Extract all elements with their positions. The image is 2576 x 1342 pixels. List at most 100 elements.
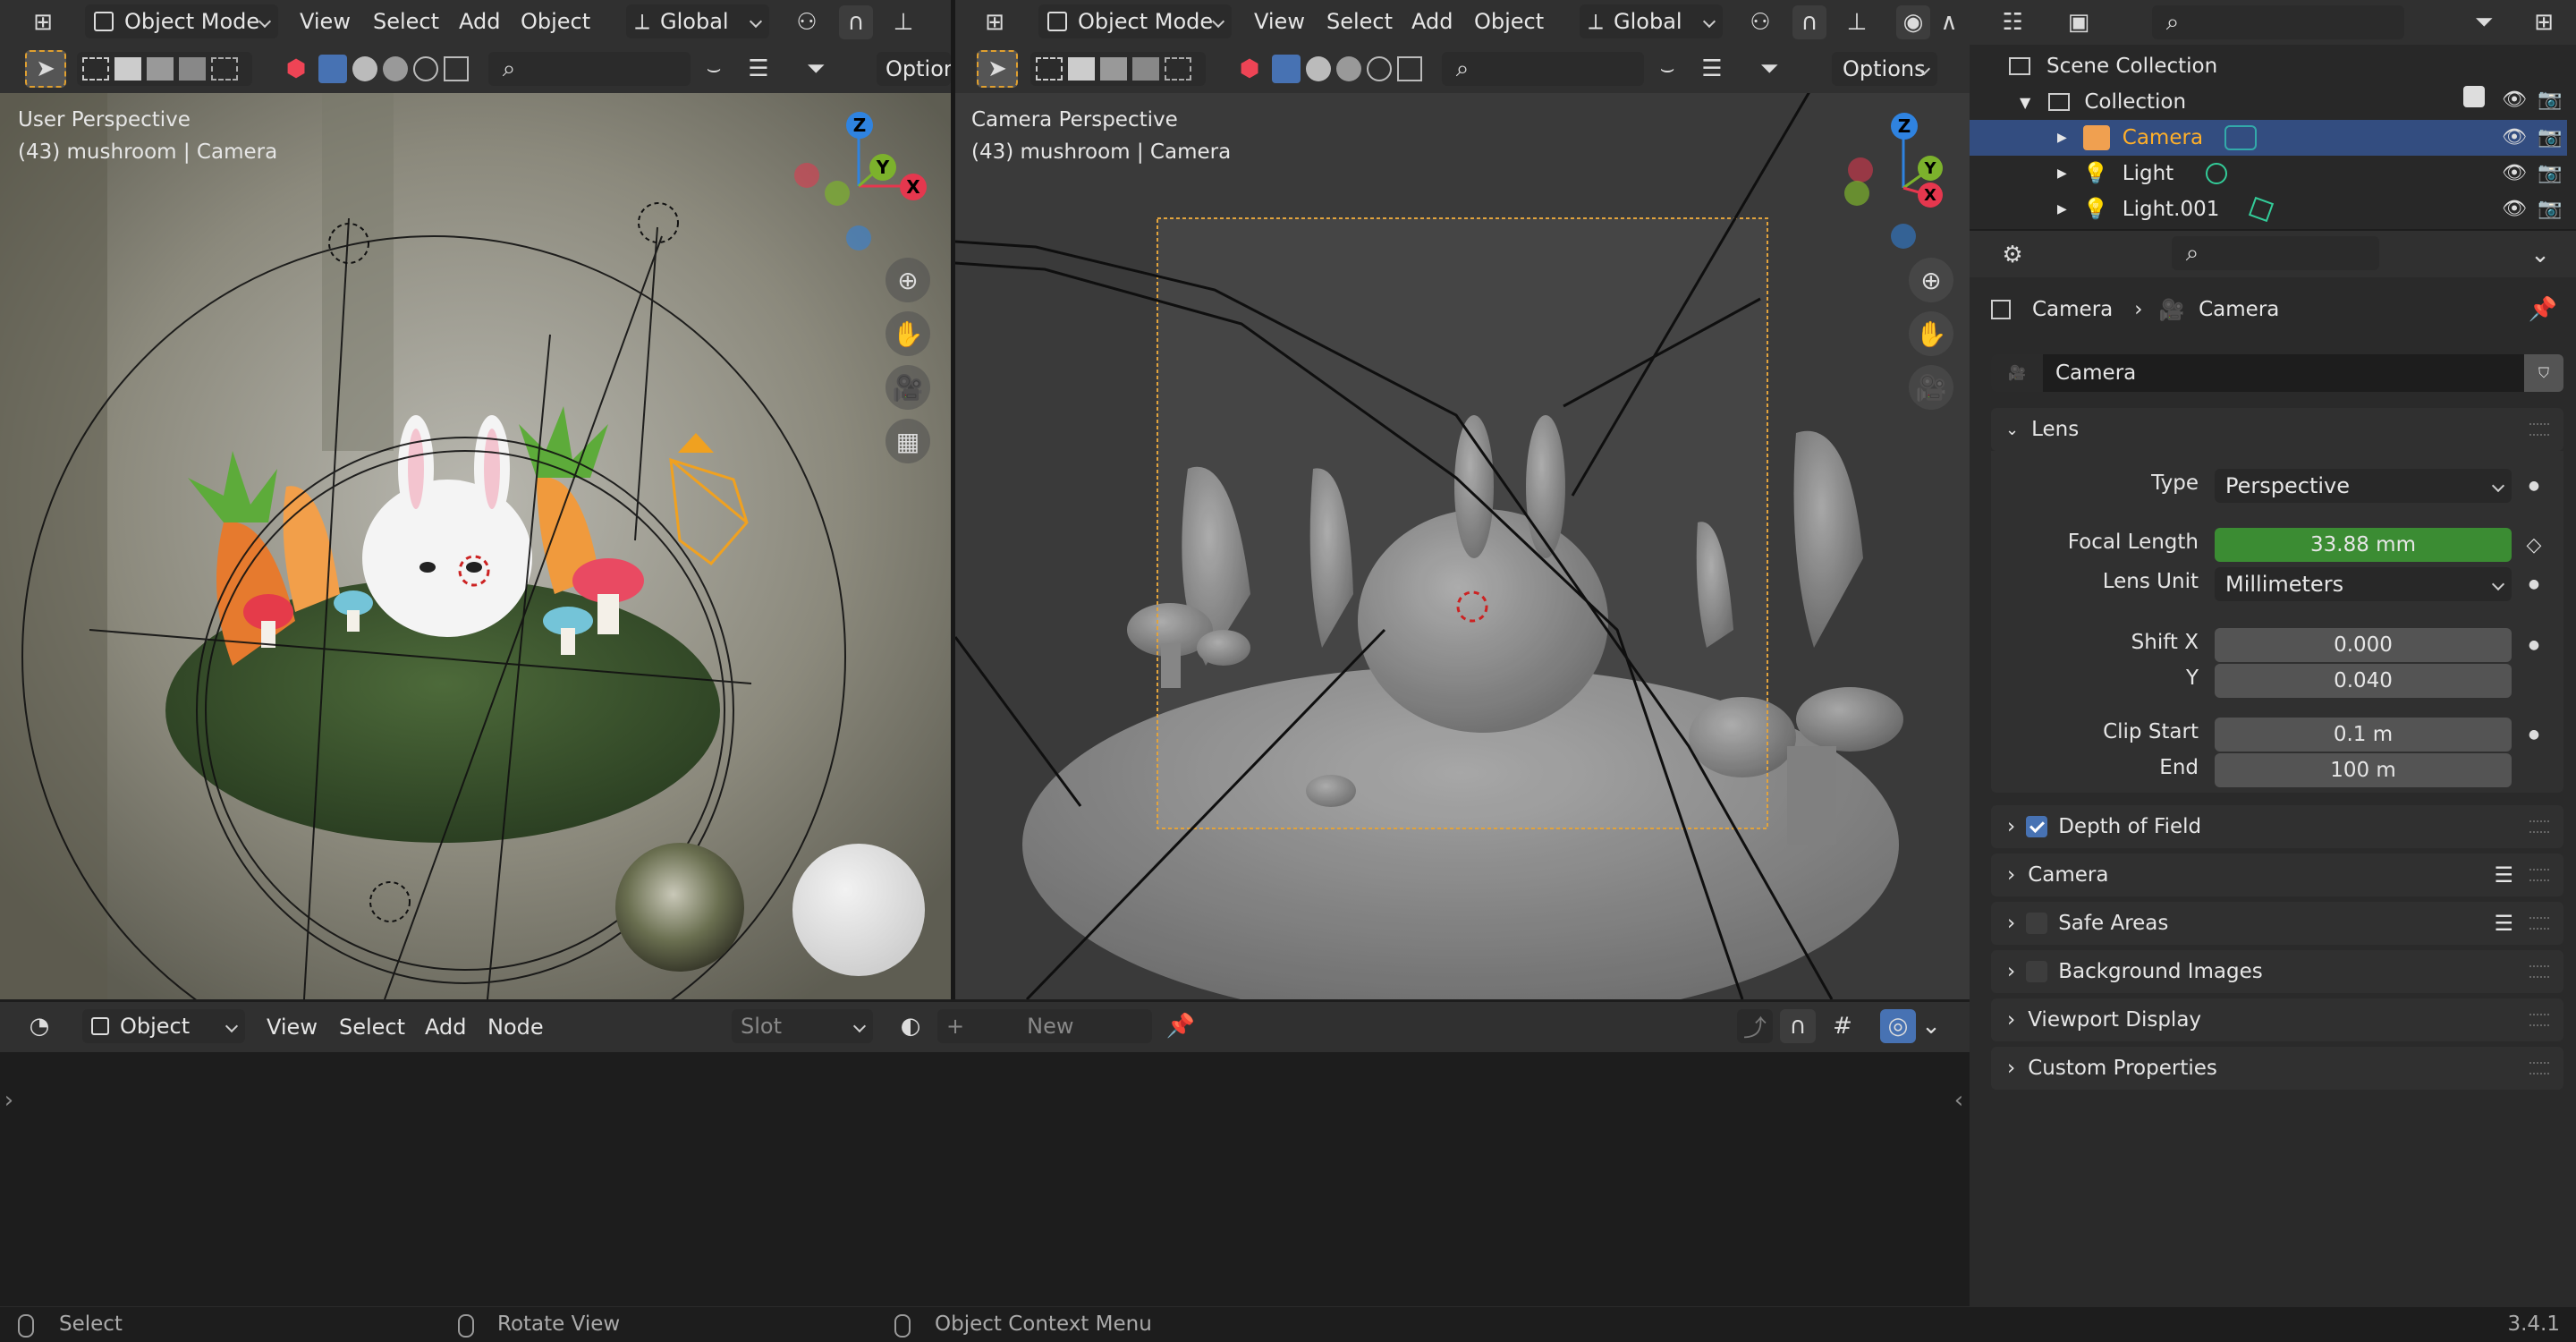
safe-areas-panel[interactable]: › Safe Areas ☰ bbox=[1991, 902, 2563, 945]
menu-add[interactable]: Add bbox=[425, 1006, 466, 1049]
expand-arrow-icon[interactable]: ▶ bbox=[2057, 131, 2067, 145]
custom-properties-panel[interactable]: › Custom Properties bbox=[1991, 1047, 2563, 1090]
select-mode-group[interactable] bbox=[1030, 52, 1206, 86]
left-viewport[interactable]: ⊞ Object Mode View Select Add Object ⟂ G… bbox=[0, 0, 957, 999]
pivot-icon[interactable]: ⚇ bbox=[780, 5, 834, 39]
visibility-eye-icon[interactable]: 👁 bbox=[2499, 122, 2529, 152]
material-browse-icon[interactable]: ◐ bbox=[886, 1009, 936, 1043]
clip-start-field[interactable]: 0.1 m bbox=[2215, 718, 2512, 752]
select-subtract-icon[interactable] bbox=[1100, 57, 1127, 81]
menu-add[interactable]: Add bbox=[459, 0, 500, 43]
background-images-panel[interactable]: › Background Images bbox=[1991, 950, 2563, 993]
expand-arrow-icon[interactable]: ▶ bbox=[2057, 166, 2067, 181]
overlay-toggle-icon[interactable]: ⌣ bbox=[696, 52, 732, 86]
shift-x-field[interactable]: 0.000 bbox=[2215, 628, 2512, 662]
select-intersect-icon[interactable] bbox=[211, 57, 238, 81]
menu-object[interactable]: Object bbox=[521, 0, 590, 43]
light-icon[interactable] bbox=[1336, 56, 1361, 81]
render-camera-icon[interactable]: 📷 bbox=[2535, 157, 2565, 188]
exclude-checkbox[interactable] bbox=[2463, 86, 2485, 107]
select-mode-group[interactable] bbox=[77, 52, 252, 86]
expand-arrow-icon[interactable]: ▼ bbox=[2020, 94, 2030, 111]
falloff-icon[interactable]: ∧ bbox=[1934, 5, 1964, 39]
drag-handle-icon[interactable] bbox=[2529, 423, 2549, 436]
new-material-button[interactable]: + New bbox=[937, 1009, 1152, 1043]
select-subtract-icon[interactable] bbox=[147, 57, 174, 81]
lens-unit-dropdown[interactable]: Millimeters bbox=[2215, 567, 2512, 601]
select-new-icon[interactable] bbox=[82, 57, 109, 81]
select-tool-icon[interactable]: ➤ bbox=[977, 50, 1018, 88]
pivot-icon[interactable]: ⚇ bbox=[1733, 5, 1787, 39]
select-invert-icon[interactable] bbox=[179, 57, 206, 81]
menu-view[interactable]: View bbox=[267, 1006, 318, 1049]
shader-editor[interactable]: ◔ Object View Select Add Node Slot ◐ + N… bbox=[0, 1002, 1970, 1306]
shader-type-dropdown[interactable]: Object bbox=[82, 1009, 245, 1043]
outliner-row-light[interactable]: ▶ 💡 Light bbox=[1970, 156, 2567, 191]
focal-length-field[interactable]: 33.88 mm bbox=[2215, 528, 2512, 562]
pan-hand-icon[interactable]: ✋ bbox=[886, 311, 930, 356]
axis-z-label[interactable]: Z bbox=[846, 112, 873, 139]
zoom-icon[interactable]: ⊕ bbox=[886, 258, 930, 302]
camera-filter-icon[interactable] bbox=[444, 56, 469, 81]
viewport-search[interactable]: ⌕ bbox=[488, 52, 691, 86]
snap-grid-icon[interactable]: # bbox=[1818, 1009, 1868, 1043]
options-button[interactable]: Options bbox=[1832, 52, 1937, 86]
outliner-row-camera[interactable]: ▶ Camera bbox=[1970, 120, 2567, 156]
keyframe-dot-icon[interactable]: ● bbox=[2521, 469, 2547, 503]
snap-target-icon[interactable]: ⊥ bbox=[1830, 5, 1884, 39]
camera-view-icon[interactable]: 🎥 bbox=[1909, 365, 1953, 410]
outliner[interactable]: ☷ ▣ ⌕ ⏷ ⊞ Scene Collection ▼ Collection … bbox=[1970, 0, 2576, 229]
menu-select[interactable]: Select bbox=[339, 1006, 405, 1049]
editor-type-icon[interactable]: ◔ bbox=[13, 1009, 66, 1043]
light-data-icon[interactable] bbox=[2206, 163, 2228, 184]
ortho-grid-icon[interactable]: ▦ bbox=[886, 419, 930, 463]
background-images-checkbox[interactable] bbox=[2026, 961, 2048, 982]
visibility-filter-group[interactable] bbox=[1272, 52, 1433, 86]
drag-handle-icon[interactable] bbox=[2529, 917, 2549, 930]
depth-of-field-panel[interactable]: › Depth of Field bbox=[1991, 805, 2563, 848]
menu-select[interactable]: Select bbox=[1326, 0, 1393, 43]
overlay-toggle-icon[interactable]: ⌣ bbox=[1649, 52, 1685, 86]
display-mode-icon[interactable]: ▣ bbox=[2054, 5, 2104, 39]
fake-user-shield-icon[interactable]: ⛉ bbox=[2524, 354, 2563, 392]
sphere-icon[interactable] bbox=[1306, 56, 1331, 81]
proportional-edit-icon[interactable]: ◉ bbox=[1896, 5, 1930, 39]
filter-icon[interactable]: ⏷ bbox=[1742, 52, 1796, 86]
world-icon[interactable] bbox=[1367, 56, 1392, 81]
snap-icon[interactable]: ∩ bbox=[1792, 5, 1826, 39]
mode-dropdown[interactable]: Object Mode bbox=[1038, 4, 1232, 38]
zoom-icon[interactable]: ⊕ bbox=[1909, 258, 1953, 302]
drag-handle-icon[interactable] bbox=[2529, 869, 2549, 881]
pan-hand-icon[interactable]: ✋ bbox=[1909, 311, 1953, 356]
properties-search[interactable]: ⌕ bbox=[2172, 236, 2379, 270]
overlay-dropdown-icon[interactable]: ⌄ bbox=[1918, 1009, 1945, 1043]
select-extend-icon[interactable] bbox=[1068, 57, 1095, 81]
world-icon[interactable] bbox=[413, 56, 438, 81]
sidebar-toggle-icon[interactable]: › bbox=[0, 1074, 18, 1127]
visibility-eye-icon[interactable]: 👁 bbox=[2499, 157, 2529, 188]
render-camera-icon[interactable]: 📷 bbox=[2535, 193, 2565, 224]
keyframe-dot-icon[interactable]: ● bbox=[2521, 718, 2547, 752]
filter-icon[interactable]: ⏷ bbox=[2453, 5, 2515, 39]
light-icon[interactable] bbox=[383, 56, 408, 81]
sphere-icon[interactable] bbox=[352, 56, 377, 81]
solid-icon[interactable] bbox=[1272, 55, 1301, 83]
menu-view[interactable]: View bbox=[300, 0, 351, 43]
editor-type-icon[interactable]: ⊞ bbox=[970, 5, 1020, 39]
axis-x-label[interactable]: X bbox=[1918, 183, 1943, 208]
camera-filter-icon[interactable] bbox=[1397, 56, 1422, 81]
menu-add[interactable]: Add bbox=[1411, 0, 1453, 43]
drag-handle-icon[interactable] bbox=[2529, 1062, 2549, 1074]
menu-select[interactable]: Select bbox=[373, 0, 439, 43]
axis-y-label[interactable]: Y bbox=[869, 154, 896, 181]
orientation-dropdown[interactable]: ⟂ Global bbox=[1580, 4, 1723, 38]
keyframe-dot-icon[interactable]: ● bbox=[2521, 628, 2547, 662]
camera-data-icon[interactable] bbox=[2224, 125, 2258, 150]
drag-handle-icon[interactable] bbox=[2529, 820, 2549, 833]
list-view-icon[interactable]: ☰ bbox=[733, 52, 784, 86]
expand-arrow-icon[interactable]: ▶ bbox=[2057, 202, 2067, 217]
lens-type-dropdown[interactable]: Perspective bbox=[2215, 469, 2512, 503]
render-camera-icon[interactable]: 📷 bbox=[2535, 122, 2565, 152]
right-viewport[interactable]: ⊞ Object Mode View Select Add Object ⟂ G… bbox=[955, 0, 1970, 999]
drag-handle-icon[interactable] bbox=[2529, 1014, 2549, 1026]
